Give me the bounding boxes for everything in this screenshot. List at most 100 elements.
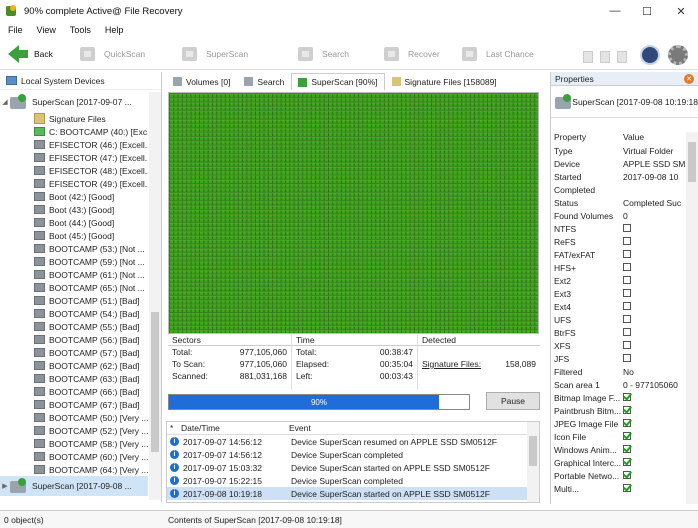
tree-item[interactable]: Boot (44:) [Good] <box>0 216 148 229</box>
tree-item[interactable]: BOOTCAMP (58:) [Very ... <box>0 437 148 450</box>
property-row[interactable]: Device APPLE SSD SM <box>551 157 685 170</box>
maximize-button[interactable]: ☐ <box>630 0 664 22</box>
event-row[interactable]: i 2017-09-08 10:19:18 Device SuperScan sta… <box>167 487 539 500</box>
quickscan-button[interactable]: QuickScan <box>78 42 145 66</box>
property-row[interactable]: Paintbrush Bitm... <box>551 404 685 417</box>
close-icon[interactable]: ✕ <box>684 74 694 84</box>
property-row[interactable]: Completed <box>551 183 685 196</box>
tree-item[interactable]: EFISECTOR (46:) [Excell... <box>0 138 148 151</box>
tab-superscan[interactable]: SuperScan [90%] <box>291 73 385 90</box>
tree-item[interactable]: BOOTCAMP (55:) [Bad] <box>0 320 148 333</box>
property-row[interactable]: Portable Netwo... <box>551 469 685 482</box>
minimize-button[interactable]: — <box>598 0 632 22</box>
property-row[interactable]: Graphical Interc... <box>551 456 685 469</box>
document-icon[interactable] <box>600 51 610 63</box>
property-row[interactable]: Started 2017-09-08 10 <box>551 170 685 183</box>
tree-root-superscan[interactable]: ◢ SuperScan [2017-09-07 ... <box>0 92 148 112</box>
collapse-icon[interactable]: ◢ <box>0 98 10 106</box>
tree-item[interactable]: BOOTCAMP (62:) [Bad] <box>0 359 148 372</box>
menu-help[interactable]: Help <box>105 25 124 35</box>
tree-item[interactable]: BOOTCAMP (61:) [Not ... <box>0 268 148 281</box>
event-row[interactable]: i 2017-09-07 15:03:32 Device SuperScan sta… <box>167 461 539 474</box>
tree-item[interactable]: BOOTCAMP (56:) [Bad] <box>0 333 148 346</box>
scrollbar-thumb[interactable] <box>688 142 696 182</box>
property-row[interactable]: Filtered No <box>551 365 685 378</box>
property-row[interactable]: UFS <box>551 313 685 326</box>
property-row[interactable]: NTFS <box>551 222 685 235</box>
property-row[interactable]: HFS+ <box>551 261 685 274</box>
superscan-button[interactable]: SuperScan <box>180 42 248 66</box>
tree-item[interactable]: BOOTCAMP (50:) [Very ... <box>0 411 148 424</box>
tree-item[interactable]: Boot (42:) [Good] <box>0 190 148 203</box>
tree-item[interactable]: C: BOOTCAMP (40:) [Exc... <box>0 125 148 138</box>
property-row[interactable]: Windows Anim... <box>551 443 685 456</box>
scrollbar-thumb[interactable] <box>529 436 537 466</box>
property-row[interactable]: Ext3 <box>551 287 685 300</box>
tree-scrollbar[interactable] <box>149 92 161 500</box>
value-column-header[interactable]: Value <box>623 132 685 144</box>
tree-item[interactable]: BOOTCAMP (60:) [Very ... <box>0 450 148 463</box>
event-row[interactable]: i 2017-09-07 14:56:12 Device SuperScan res… <box>167 435 539 448</box>
tree-item[interactable]: Boot (45:) [Good] <box>0 229 148 242</box>
properties-scrollbar[interactable] <box>686 132 698 504</box>
tree-item[interactable]: BOOTCAMP (53:) [Not ... <box>0 242 148 255</box>
tree-item[interactable]: Signature Files <box>0 112 148 125</box>
tree-item[interactable]: Boot (43:) [Good] <box>0 203 148 216</box>
tree-item[interactable]: BOOTCAMP (52:) [Very ... <box>0 424 148 437</box>
event-log-scrollbar[interactable] <box>527 422 539 502</box>
property-row[interactable]: Type Virtual Folder <box>551 144 685 157</box>
property-row[interactable]: JFS <box>551 352 685 365</box>
menu-tools[interactable]: Tools <box>70 25 91 35</box>
tree-item[interactable]: BOOTCAMP (59:) [Not ... <box>0 255 148 268</box>
tree-item[interactable]: BOOTCAMP (57:) [Bad] <box>0 346 148 359</box>
menu-file[interactable]: File <box>8 25 23 35</box>
property-row[interactable]: FAT/exFAT <box>551 248 685 261</box>
tree-item[interactable]: BOOTCAMP (51:) [Bad] <box>0 294 148 307</box>
search-button[interactable]: Search <box>296 42 349 66</box>
property-row[interactable]: ReFS <box>551 235 685 248</box>
property-row[interactable]: Icon File <box>551 430 685 443</box>
event-row[interactable]: i 2017-09-07 14:56:12 Device SuperScan com… <box>167 448 539 461</box>
property-column-header[interactable]: Property <box>551 132 623 144</box>
tree-item[interactable]: EFISECTOR (48:) [Excell... <box>0 164 148 177</box>
tree-item[interactable]: BOOTCAMP (65:) [Not ... <box>0 281 148 294</box>
tree-item[interactable]: EFISECTOR (47:) [Excell... <box>0 151 148 164</box>
property-row[interactable]: Multi... <box>551 482 685 495</box>
tree-item[interactable]: BOOTCAMP (54:) [Bad] <box>0 307 148 320</box>
tab-signature-files[interactable]: Signature Files [158089] <box>385 73 504 90</box>
tab-search[interactable]: Search <box>237 73 291 90</box>
property-row[interactable]: XFS <box>551 339 685 352</box>
event-column-header[interactable]: Event <box>289 423 311 433</box>
info-help-icon[interactable] <box>640 45 660 65</box>
tree-item[interactable]: EFISECTOR (49:) [Excell... <box>0 177 148 190</box>
property-row[interactable]: Scan area 1 0 - 977105060 <box>551 378 685 391</box>
property-row[interactable]: JPEG Image File <box>551 417 685 430</box>
gear-icon[interactable] <box>668 45 688 65</box>
property-row[interactable]: Ext2 <box>551 274 685 287</box>
document-icon[interactable] <box>617 51 627 63</box>
menu-view[interactable]: View <box>37 25 56 35</box>
tree-root-superscan-2[interactable]: ▶ SuperScan [2017-09-08 ... <box>0 476 148 496</box>
property-row[interactable]: Found Volumes 0 <box>551 209 685 222</box>
document-icon[interactable] <box>583 51 593 63</box>
scrollbar-thumb[interactable] <box>151 312 159 452</box>
recover-button[interactable]: Recover <box>382 42 440 66</box>
last-chance-button[interactable]: Last Chance <box>460 42 534 66</box>
property-row[interactable]: Bitmap Image F... <box>551 391 685 404</box>
sort-column-header[interactable]: * <box>167 423 181 433</box>
tab-volumes[interactable]: Volumes [0] <box>166 73 237 90</box>
tree-item[interactable]: BOOTCAMP (66:) [Bad] <box>0 385 148 398</box>
pause-button[interactable]: Pause <box>486 392 540 410</box>
tree-item[interactable]: BOOTCAMP (64:) [Very ... <box>0 463 148 476</box>
tree-item[interactable]: BOOTCAMP (63:) [Bad] <box>0 372 148 385</box>
event-row[interactable]: i 2017-09-07 15:22:15 Device SuperScan com… <box>167 474 539 487</box>
back-button[interactable]: Back <box>8 42 53 66</box>
date-column-header[interactable]: Date/Time <box>181 423 289 433</box>
property-row[interactable]: Ext4 <box>551 300 685 313</box>
property-row[interactable]: Status Completed Suc <box>551 196 685 209</box>
signature-files-link[interactable]: Signature Files: <box>422 359 481 369</box>
property-row[interactable]: BtrFS <box>551 326 685 339</box>
close-button[interactable]: ✕ <box>664 0 698 22</box>
expand-icon[interactable]: ▶ <box>0 482 10 490</box>
tree-item[interactable]: BOOTCAMP (67:) [Bad] <box>0 398 148 411</box>
